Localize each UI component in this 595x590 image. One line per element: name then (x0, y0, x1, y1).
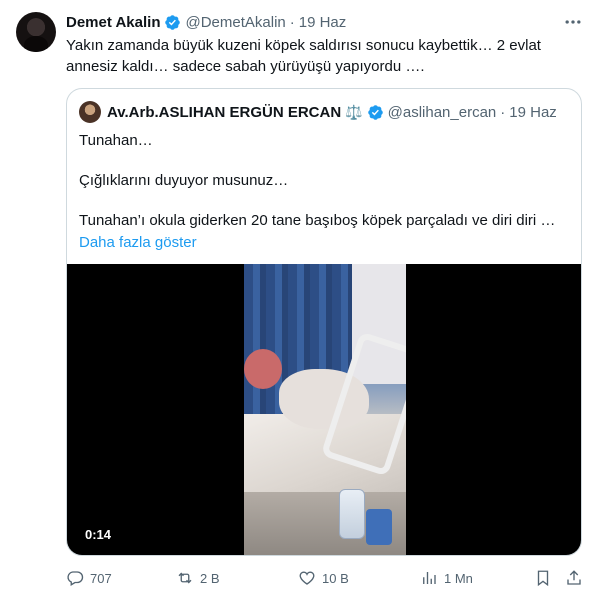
action-bar: 707 2 B 10 B 1 Mn (66, 568, 586, 588)
verified-icon (165, 14, 181, 30)
views-icon (423, 572, 436, 584)
views-count: 1 Mn (444, 570, 473, 586)
quoted-line: Tunahan’ı okula giderken 20 tane başıboş… (79, 212, 556, 229)
retweet-count: 2 B (200, 570, 220, 586)
separator: · (289, 13, 295, 31)
heart-icon (299, 571, 315, 585)
avatar[interactable] (16, 12, 56, 52)
reply-icon (67, 571, 84, 586)
reply-button[interactable]: 707 (66, 568, 112, 588)
scales-icon: ⚖️ (345, 103, 363, 120)
bookmark-button[interactable] (534, 568, 552, 588)
device-graphic (366, 509, 392, 545)
more-options-icon[interactable] (563, 12, 583, 32)
quoted-avatar[interactable] (79, 101, 101, 123)
like-count: 10 B (322, 570, 349, 586)
quoted-text: Tunahan… Çığlıklarını duyuyor musunuz… T… (79, 131, 569, 253)
quoted-date[interactable]: 19 Haz (509, 104, 557, 121)
quoted-author-handle[interactable]: @aslihan_ercan (388, 104, 497, 121)
separator: · (500, 103, 506, 121)
quoted-line: Çığlıklarını duyuyor musunuz… (79, 172, 289, 189)
bottle-graphic (339, 489, 365, 539)
bookmark-icon (537, 570, 549, 587)
quoted-line: Tunahan… (79, 132, 153, 149)
video-frame (244, 264, 406, 555)
author-name[interactable]: Demet Akalin (66, 14, 160, 31)
tweet-date[interactable]: 19 Haz (299, 14, 347, 31)
author-handle[interactable]: @DemetAkalin (185, 14, 285, 31)
like-button[interactable]: 10 B (298, 568, 349, 588)
tweet-text: Yakın zamanda büyük kuzeni köpek saldırı… (66, 37, 541, 75)
pillow-graphic (244, 349, 282, 389)
verified-icon (367, 104, 383, 120)
share-icon (567, 570, 581, 585)
retweet-button[interactable]: 2 B (176, 568, 220, 588)
show-more-link[interactable]: Daha fazla göster (79, 233, 569, 253)
quoted-header: Av.Arb.ASLIHAN ERGÜN ERCAN ⚖️ @aslihan_e… (107, 101, 557, 123)
retweet-icon (178, 572, 192, 584)
tweet-header: Demet Akalin @DemetAkalin · 19 Haz (66, 12, 346, 32)
reply-count: 707 (90, 570, 112, 586)
quoted-author-name[interactable]: Av.Arb.ASLIHAN ERGÜN ERCAN (107, 104, 341, 121)
video-player[interactable]: 0:14 (67, 264, 581, 555)
share-button[interactable] (565, 568, 583, 588)
views-button[interactable]: 1 Mn (420, 568, 473, 588)
tweet: Demet Akalin @DemetAkalin · 19 Haz Yakın… (0, 0, 595, 590)
video-timestamp: 0:14 (81, 526, 116, 544)
quoted-tweet[interactable]: Av.Arb.ASLIHAN ERGÜN ERCAN ⚖️ @aslihan_e… (66, 88, 582, 556)
